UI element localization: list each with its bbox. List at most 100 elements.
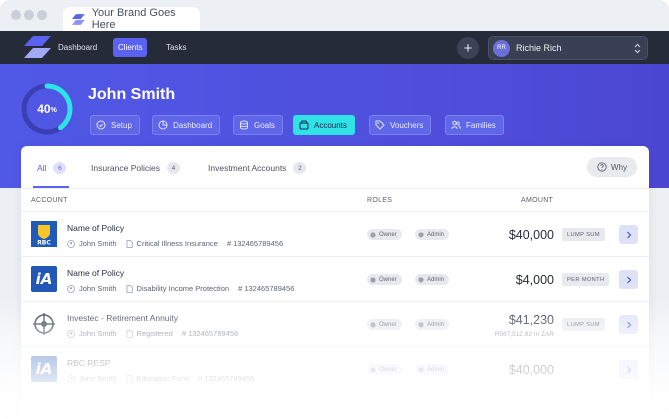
ia-logo: iA bbox=[31, 266, 57, 292]
shield-icon bbox=[418, 231, 424, 238]
users-icon bbox=[451, 120, 461, 130]
tab-label: Families bbox=[466, 120, 496, 130]
account-number: # 132465789456 bbox=[181, 329, 239, 338]
filter-label: Insurance Policies bbox=[91, 163, 160, 173]
table-row[interactable]: RBC Name of Policy John Smith Critical I… bbox=[21, 212, 649, 257]
filter-investment-accounts[interactable]: Investment Accounts 2 bbox=[208, 158, 307, 178]
account-title[interactable]: Investec - Retirement Annuity bbox=[67, 313, 178, 323]
question-circle-icon bbox=[597, 162, 607, 172]
nav-link-clients[interactable]: Clients bbox=[113, 38, 148, 57]
tab-vouchers[interactable]: Vouchers bbox=[369, 115, 432, 135]
table-row[interactable]: Investec - Retirement Annuity John Smith… bbox=[21, 302, 649, 347]
account-number: # 132465789456 bbox=[238, 284, 295, 293]
tab-accounts[interactable]: Accounts bbox=[293, 115, 355, 135]
pie-chart-icon bbox=[158, 120, 168, 130]
shield-icon bbox=[418, 276, 424, 283]
account-owner: John Smith bbox=[79, 374, 117, 383]
user-select[interactable]: RR Richie Rich bbox=[488, 36, 648, 60]
open-account-button[interactable] bbox=[619, 315, 638, 334]
user-icon bbox=[370, 366, 376, 373]
shield-icon bbox=[418, 321, 424, 328]
user-icon bbox=[67, 329, 75, 338]
ia-logo-text: iA bbox=[35, 270, 53, 288]
account-title[interactable]: Name of Policy bbox=[67, 223, 124, 233]
coins-icon bbox=[240, 120, 248, 130]
window-close-dot[interactable] bbox=[11, 10, 21, 20]
account-owner: John Smith bbox=[79, 239, 117, 248]
tab-label: Accounts bbox=[314, 120, 347, 130]
filter-label: All bbox=[37, 163, 47, 173]
ia-logo: iA bbox=[31, 356, 57, 382]
account-title[interactable]: RBC RESP bbox=[67, 358, 110, 368]
account-owner: John Smith bbox=[79, 284, 117, 293]
chevron-right-icon bbox=[626, 276, 631, 283]
account-owner: John Smith bbox=[79, 329, 117, 338]
account-category: Disability Income Protection bbox=[136, 284, 230, 293]
wallet-icon bbox=[299, 120, 309, 130]
account-number: # 132465789456 bbox=[226, 239, 284, 248]
browser-window: Your Brand Goes Here Dashboard Clients T… bbox=[0, 0, 669, 419]
account-amount: $41,230 bbox=[508, 313, 554, 327]
role-badge-owner: Owner bbox=[367, 274, 402, 285]
tab-label: Dashboard bbox=[173, 120, 213, 130]
rbc-logo-icon: RBC bbox=[31, 221, 57, 247]
why-label: Why bbox=[611, 162, 627, 172]
why-button[interactable]: Why bbox=[587, 157, 637, 177]
user-icon bbox=[67, 374, 75, 383]
table-row[interactable]: iA Name of Policy John Smith Disability … bbox=[21, 257, 649, 302]
tab-label: Vouchers bbox=[390, 120, 424, 130]
investec-logo bbox=[31, 311, 57, 337]
user-icon bbox=[370, 276, 376, 283]
tab-dashboard[interactable]: Dashboard bbox=[152, 115, 221, 135]
nav-link-dashboard[interactable]: Dashboard bbox=[53, 38, 102, 57]
tab-label: Goals bbox=[254, 120, 275, 130]
document-icon bbox=[126, 284, 133, 293]
document-icon bbox=[126, 374, 133, 383]
account-amount: $40,000 bbox=[508, 228, 554, 242]
divider bbox=[21, 188, 649, 189]
check-circle-icon bbox=[96, 120, 106, 130]
open-account-button[interactable] bbox=[619, 360, 638, 379]
account-title[interactable]: Name of Policy bbox=[67, 268, 124, 278]
chevron-right-icon bbox=[626, 321, 631, 328]
nav-link-tasks[interactable]: Tasks bbox=[161, 38, 191, 57]
rbc-logo: RBC bbox=[31, 221, 57, 247]
window-minimize-dot[interactable] bbox=[24, 10, 34, 20]
brand-logo-icon[interactable] bbox=[24, 36, 51, 58]
column-header-account: ACCOUNT bbox=[31, 197, 68, 204]
account-meta: John Smith Education Fund # 132465789456 bbox=[67, 374, 263, 383]
open-account-button[interactable] bbox=[619, 270, 638, 289]
document-icon bbox=[126, 239, 133, 248]
accounts-card: All 6 Insurance Policies 4 Investment Ac… bbox=[21, 146, 649, 419]
account-category: Education Fund bbox=[136, 374, 190, 383]
avatar: RR bbox=[493, 39, 510, 57]
user-icon bbox=[370, 231, 376, 238]
user-icon bbox=[370, 321, 376, 328]
role-badge-admin: Admin bbox=[415, 274, 450, 285]
filter-insurance-policies[interactable]: Insurance Policies 4 bbox=[91, 158, 180, 178]
frequency-badge: LUMP SUM bbox=[562, 318, 605, 331]
table-row[interactable]: iA RBC RESP John Smith Education Fund # … bbox=[21, 347, 649, 392]
chevron-up-down-icon bbox=[634, 43, 641, 54]
brand-logo-icon bbox=[72, 13, 85, 25]
document-icon bbox=[126, 329, 133, 338]
open-account-button[interactable] bbox=[619, 225, 638, 244]
account-meta: John Smith Critical Illness Insurance # … bbox=[67, 239, 292, 248]
filter-all[interactable]: All 6 bbox=[37, 158, 67, 178]
role-badge-admin: Admin bbox=[415, 229, 450, 240]
tab-families[interactable]: Families bbox=[445, 115, 504, 135]
tab-setup[interactable]: Setup bbox=[90, 115, 140, 135]
column-header-amount: AMOUNT bbox=[521, 197, 554, 204]
role-badge-owner: Owner bbox=[367, 319, 402, 330]
add-button[interactable]: + bbox=[457, 37, 479, 59]
shield-icon bbox=[418, 366, 424, 373]
rbc-logo-text: RBC bbox=[37, 240, 51, 247]
frequency-badge: LUMP SUM bbox=[562, 228, 605, 241]
progress-number: 40 bbox=[37, 102, 51, 116]
tab-goals[interactable]: Goals bbox=[233, 115, 283, 135]
filter-count: 2 bbox=[293, 162, 307, 174]
browser-tab[interactable]: Your Brand Goes Here bbox=[63, 7, 200, 31]
account-number: # 132465789456 bbox=[198, 374, 255, 383]
filter-count: 6 bbox=[53, 162, 67, 174]
window-maximize-dot[interactable] bbox=[37, 10, 47, 20]
